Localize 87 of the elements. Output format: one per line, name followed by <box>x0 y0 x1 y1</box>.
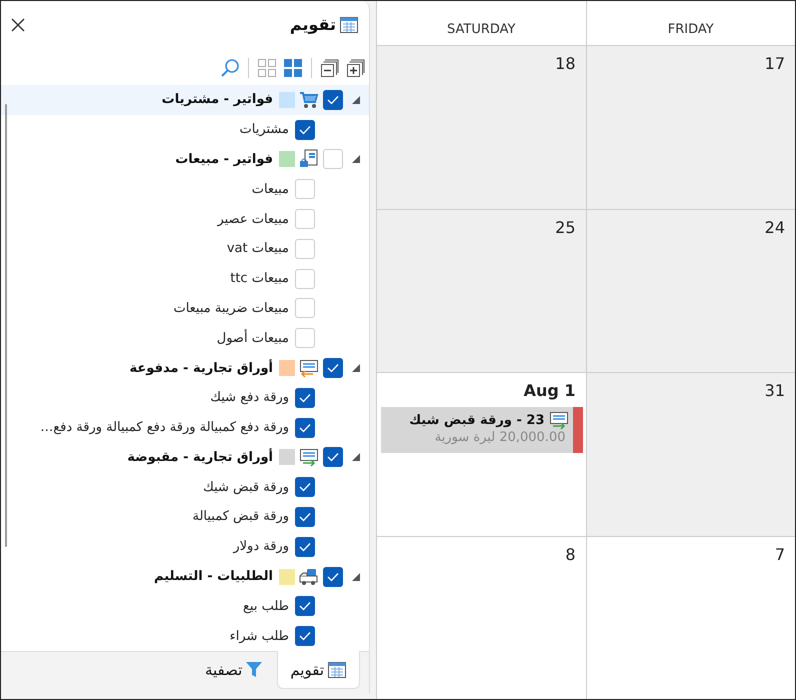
event-amount: 20,000.00 ليرة سورية <box>434 430 566 445</box>
checkbox[interactable] <box>323 358 343 378</box>
item-label: مبيعات ضريبة مبيعات <box>173 300 289 316</box>
item-label: ورقة دفع كمبيالة ورقة دفع كمبيالة ورقة دفع… <box>40 420 289 436</box>
scrollbar[interactable] <box>5 104 7 547</box>
check-icon <box>327 363 339 373</box>
checkbox[interactable] <box>295 626 315 646</box>
day-number: 8 <box>565 544 576 564</box>
checkbox[interactable] <box>295 388 315 408</box>
close-icon <box>11 18 25 32</box>
expanded-icon[interactable] <box>351 572 361 582</box>
document-arrow-icon <box>299 358 319 378</box>
day-number: 31 <box>764 381 785 400</box>
expanded-icon[interactable] <box>351 154 361 164</box>
item-label: طلب شراء <box>230 628 289 644</box>
check-icon <box>299 392 311 403</box>
check-icon <box>299 631 311 642</box>
day-number: 24 <box>764 218 785 236</box>
item-label: مبيعات أصول <box>216 330 289 346</box>
check-icon <box>299 124 311 135</box>
item-label: ورقة قبض كمبيالة <box>192 509 289 524</box>
cart-icon <box>299 90 319 110</box>
day-number: 7 <box>774 544 785 564</box>
document-arrow-icon <box>299 447 319 468</box>
group-label: فواتير - مبيعات <box>175 152 273 167</box>
day-number: 18 <box>555 54 576 73</box>
document-arrow-icon <box>548 410 568 430</box>
day-cell[interactable]: 8 <box>377 536 586 699</box>
expanded-icon[interactable] <box>351 452 361 462</box>
check-icon <box>299 482 311 492</box>
day-cell[interactable]: 18 <box>377 46 586 208</box>
tab[interactable]: تصفية <box>192 651 278 690</box>
day-number: Aug 1 <box>524 381 576 400</box>
day-cell[interactable]: 31 <box>586 373 795 536</box>
item-label: مبيعات <box>252 182 289 197</box>
check-icon <box>299 601 311 612</box>
item-label: ورقة دولار <box>233 539 289 554</box>
item-label: طلب بيع <box>242 598 289 614</box>
tree-row-highlight[interactable]: فواتير - مشتريات <box>1 84 369 115</box>
group-label: أوراق تجارية - مدفوعة <box>130 360 273 376</box>
group-label: الطلبيات - التسليم <box>154 569 273 584</box>
collapse-all-icon[interactable] <box>320 58 340 78</box>
calendar-icon <box>339 14 359 35</box>
item-label: ورقة قبض شيك <box>203 480 289 495</box>
day-cell[interactable]: 7 <box>586 536 795 699</box>
panel-title: تقويم <box>290 15 336 34</box>
column-header: SATURDAY <box>377 1 586 45</box>
grid-icon[interactable] <box>283 58 303 78</box>
checkbox[interactable] <box>295 596 315 616</box>
truck-icon <box>299 566 319 587</box>
event-card[interactable]: 23 - ورقة قبض شيك 20,000.00 ليرة سورية <box>381 407 582 453</box>
check-icon <box>327 572 339 582</box>
item-label: مبيعات عصير <box>217 212 289 227</box>
expanded-icon[interactable] <box>351 94 361 105</box>
expanded-icon[interactable] <box>351 363 361 373</box>
calendar-icon <box>327 660 347 680</box>
invoice-icon <box>299 149 319 170</box>
item-label: ورقة دفع شيك <box>210 390 289 406</box>
check-icon <box>299 542 311 552</box>
checkbox[interactable] <box>295 120 315 140</box>
check-icon <box>327 452 339 462</box>
group-label: أوراق تجارية - مقبوضة <box>127 450 273 465</box>
item-label: مبيعات ttc <box>230 271 289 286</box>
check-icon <box>299 512 311 522</box>
expand-all-icon[interactable] <box>346 58 366 78</box>
checkbox[interactable] <box>323 566 343 587</box>
checkbox[interactable] <box>295 536 315 557</box>
item-label: مشتريات <box>240 122 289 138</box>
check-icon <box>327 94 339 105</box>
tab[interactable]: تقويم <box>277 651 360 690</box>
checkbox[interactable] <box>323 447 343 468</box>
day-cell[interactable]: 17 <box>586 46 795 208</box>
day-cell[interactable]: 25 <box>377 210 586 372</box>
check-icon <box>299 422 311 433</box>
day-number: 25 <box>555 218 576 236</box>
day-number: 17 <box>764 54 785 73</box>
column-header: FRIDAY <box>666 21 715 39</box>
item-label: مبيعات vat <box>226 241 289 256</box>
group-label: فواتير - مشتريات <box>162 92 273 108</box>
search-icon[interactable] <box>220 58 240 78</box>
checkbox[interactable] <box>295 477 315 498</box>
checkbox[interactable] <box>323 90 343 110</box>
close-button[interactable] <box>9 16 27 34</box>
day-cell[interactable]: 24 <box>586 210 795 372</box>
event-title: 23 - ورقة قبض شيك <box>409 412 544 428</box>
checkbox[interactable] <box>295 418 315 438</box>
checkbox[interactable] <box>295 506 315 527</box>
